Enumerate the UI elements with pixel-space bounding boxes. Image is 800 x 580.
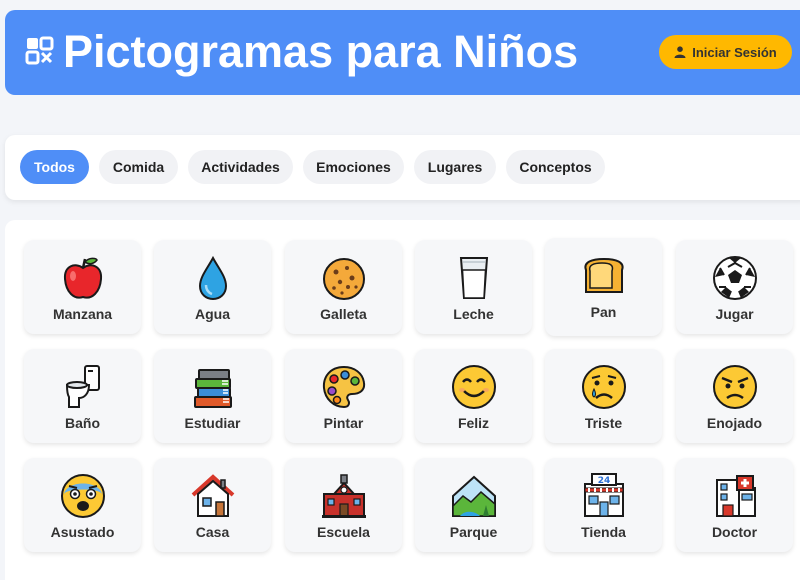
pictogram-card-pan[interactable]: Pan xyxy=(545,238,662,336)
pictogram-card-tienda[interactable]: 24 Tienda xyxy=(545,458,662,552)
pictogram-label: Enojado xyxy=(706,415,763,431)
pictogram-label: Triste xyxy=(584,415,623,431)
tab-comida[interactable]: Comida xyxy=(99,150,178,184)
water-drop-icon xyxy=(198,255,227,301)
pictogram-grid: Manzana Agua Galleta Leche Pan Jugar Bañ… xyxy=(5,220,800,580)
pictogram-label: Estudiar xyxy=(184,415,241,431)
category-tabs: Todos Comida Actividades Emociones Lugar… xyxy=(5,135,800,200)
pictogram-card-manzana[interactable]: Manzana xyxy=(24,240,141,334)
tab-actividades[interactable]: Actividades xyxy=(188,150,293,184)
store-icon: 24 xyxy=(583,473,624,517)
hospital-icon xyxy=(715,475,756,517)
pictogram-card-feliz[interactable]: Feliz xyxy=(415,349,532,443)
user-icon xyxy=(674,46,686,58)
pictogram-label: Escuela xyxy=(317,524,370,540)
milk-glass-icon xyxy=(459,257,488,299)
pictogram-card-bano[interactable]: Baño xyxy=(24,349,141,443)
pictogram-card-parque[interactable]: Parque xyxy=(415,458,532,552)
pictogram-card-triste[interactable]: Triste xyxy=(545,349,662,443)
pictogram-card-enojado[interactable]: Enojado xyxy=(676,349,793,443)
pictogram-label: Galleta xyxy=(320,306,367,322)
pictogram-label: Manzana xyxy=(52,306,113,322)
pictogram-card-leche[interactable]: Leche xyxy=(415,240,532,334)
pictogram-card-pintar[interactable]: Pintar xyxy=(285,349,402,443)
cookie-icon xyxy=(322,258,365,300)
house-icon xyxy=(191,474,234,517)
pictogram-label: Pan xyxy=(590,304,617,320)
bread-icon xyxy=(583,257,624,293)
login-button[interactable]: Iniciar Sesión xyxy=(659,35,792,69)
happy-face-icon xyxy=(451,365,496,409)
svg-text:24: 24 xyxy=(597,476,610,486)
angry-face-icon xyxy=(712,365,757,409)
pictogram-label: Tienda xyxy=(581,524,626,540)
login-button-label: Iniciar Sesión xyxy=(692,44,777,60)
toilet-icon xyxy=(65,365,100,408)
pictogram-label: Casa xyxy=(195,524,230,540)
books-icon xyxy=(193,369,232,408)
park-icon xyxy=(451,475,496,517)
soccer-ball-icon xyxy=(712,256,757,300)
pictogram-label: Parque xyxy=(449,524,498,540)
apple-icon xyxy=(63,257,102,299)
pictogram-label: Doctor xyxy=(711,524,758,540)
pictogram-card-asustado[interactable]: Asustado xyxy=(24,458,141,552)
puzzle-logo-icon xyxy=(25,36,54,65)
pictogram-card-casa[interactable]: Casa xyxy=(154,458,271,552)
pictogram-label: Agua xyxy=(195,306,230,322)
pictogram-card-jugar[interactable]: Jugar xyxy=(676,240,793,334)
pictogram-card-galleta[interactable]: Galleta xyxy=(285,240,402,334)
tab-todos[interactable]: Todos xyxy=(20,150,89,184)
tab-conceptos[interactable]: Conceptos xyxy=(506,150,605,184)
scared-face-icon xyxy=(60,474,105,518)
pictogram-card-doctor[interactable]: Doctor xyxy=(676,458,793,552)
school-icon xyxy=(321,474,366,518)
sad-face-icon xyxy=(581,365,626,409)
pictogram-card-escuela[interactable]: Escuela xyxy=(285,458,402,552)
tab-emociones[interactable]: Emociones xyxy=(303,150,404,184)
page-title: Pictogramas para Niños xyxy=(63,26,579,77)
palette-icon xyxy=(322,365,365,409)
pictogram-card-estudiar[interactable]: Estudiar xyxy=(154,349,271,443)
pictogram-label: Jugar xyxy=(715,306,754,322)
pictogram-label: Leche xyxy=(453,306,494,322)
pictogram-label: Feliz xyxy=(457,415,490,431)
pictogram-label: Asustado xyxy=(50,524,115,540)
pictogram-label: Pintar xyxy=(323,415,364,431)
tab-lugares[interactable]: Lugares xyxy=(414,150,496,184)
app-header: Pictogramas para Niños Iniciar Sesión xyxy=(5,10,800,95)
pictogram-label: Baño xyxy=(65,415,100,431)
pictogram-card-agua[interactable]: Agua xyxy=(154,240,271,334)
